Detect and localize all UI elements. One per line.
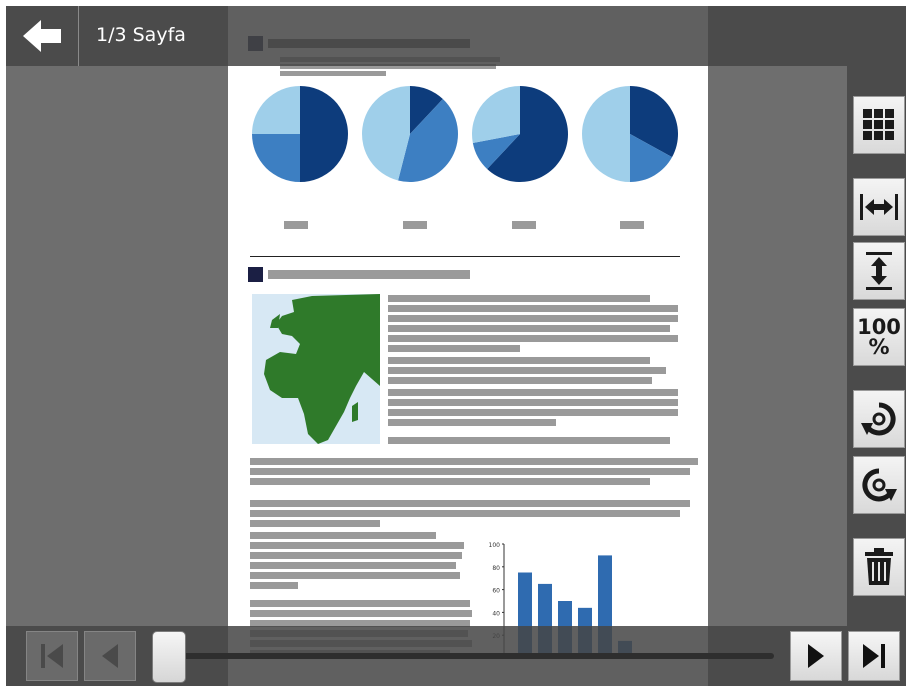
fit-height-button[interactable]: [853, 242, 905, 300]
pie-label: [403, 221, 427, 229]
text-line: [250, 542, 464, 549]
pie-label: [512, 221, 536, 229]
text-line: [388, 357, 650, 364]
pie-label: [620, 221, 644, 229]
last-page-button[interactable]: [848, 631, 900, 681]
text-line: [388, 335, 678, 342]
pie-slice: [252, 86, 300, 134]
text-line: [388, 377, 652, 384]
section-divider: [250, 256, 680, 257]
fit-width-icon: [860, 194, 898, 220]
bottom-navigation: [6, 626, 906, 686]
y-tick-label: 60: [492, 588, 500, 595]
right-toolbar: 100 %: [847, 66, 906, 626]
pie-label: [284, 221, 308, 229]
text-line: [388, 315, 678, 322]
text-line: [388, 389, 678, 396]
rotate-left-icon: [861, 402, 896, 436]
zoom-percent-label: %: [868, 335, 890, 359]
rotate-right-icon: [862, 468, 897, 502]
text-line: [250, 562, 456, 569]
grid-icon: [863, 109, 894, 140]
text-line: [250, 458, 698, 465]
text-line: [250, 532, 436, 539]
text-line: [250, 572, 460, 579]
section-marker: [248, 267, 263, 282]
next-page-icon: [808, 644, 824, 668]
pie-slice: [252, 134, 300, 182]
arrow-left-icon: [23, 20, 61, 52]
back-button[interactable]: [6, 6, 79, 66]
delete-button[interactable]: [853, 538, 905, 596]
first-page-button[interactable]: [26, 631, 78, 681]
text-line: [280, 71, 386, 76]
rotate-right-button[interactable]: [853, 456, 905, 514]
text-line: [250, 500, 690, 507]
pie-chart-row: [252, 86, 678, 182]
trash-icon: [865, 548, 893, 585]
y-tick-label: 100: [489, 542, 501, 549]
top-toolbar: 1/3 Sayfa: [6, 6, 906, 66]
fit-width-button[interactable]: [853, 178, 905, 236]
text-line: [388, 367, 666, 374]
zoom-100-label: 100: [857, 315, 901, 339]
text-line: [250, 610, 472, 617]
pie-slice: [300, 86, 348, 182]
y-tick-label: 40: [492, 610, 500, 617]
text-line: [250, 582, 298, 589]
text-line: [250, 478, 650, 485]
previous-page-button[interactable]: [84, 631, 136, 681]
thumbnail-grid-button[interactable]: [853, 96, 905, 154]
viewer-stage: 10080604020 1/3 Sayfa: [6, 6, 906, 686]
text-line: [388, 419, 556, 426]
text-line: [388, 295, 650, 302]
page-indicator: 1/3 Sayfa: [96, 24, 186, 46]
text-line: [388, 409, 678, 416]
world-map-image: [252, 294, 380, 444]
text-line: [250, 600, 470, 607]
text-line: [250, 520, 380, 527]
previous-page-icon: [102, 644, 118, 668]
text-line: [250, 468, 690, 475]
next-page-button[interactable]: [790, 631, 842, 681]
text-line: [388, 305, 678, 312]
pie-slice: [472, 86, 520, 143]
text-line: [388, 437, 670, 444]
text-line: [388, 345, 520, 352]
text-line: [250, 510, 680, 517]
text-line: [250, 552, 462, 559]
last-page-icon: [863, 644, 885, 668]
y-tick-label: 80: [492, 565, 500, 572]
fit-height-icon: [866, 252, 892, 290]
zoom-100-button[interactable]: 100 %: [853, 308, 905, 366]
pie-slice: [582, 86, 630, 182]
heading-line: [268, 270, 470, 279]
text-line: [388, 325, 670, 332]
document-page: 10080604020: [228, 6, 708, 686]
first-page-icon: [41, 644, 63, 668]
page-slider-track[interactable]: [182, 653, 774, 659]
page-slider-thumb[interactable]: [152, 631, 186, 683]
rotate-left-button[interactable]: [853, 390, 905, 448]
text-line: [388, 399, 678, 406]
